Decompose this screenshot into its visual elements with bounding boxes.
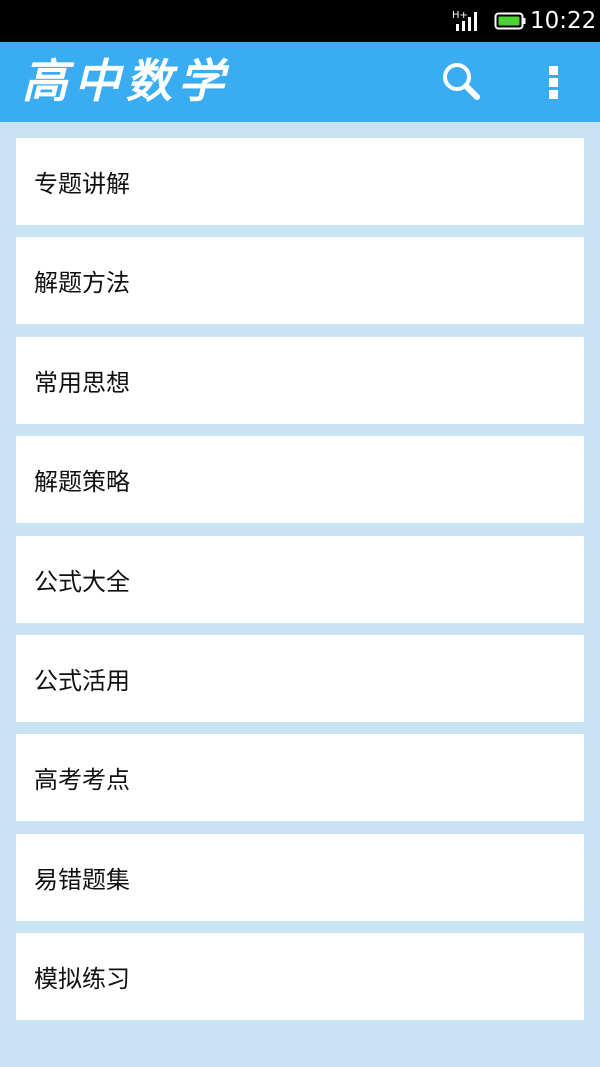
status-time: 10:22 bbox=[530, 8, 597, 34]
search-icon bbox=[443, 63, 480, 100]
status-bar: H+ 10:22 bbox=[0, 0, 600, 42]
app-bar: 高中数学 bbox=[0, 42, 600, 122]
list-item[interactable]: 易错题集 bbox=[16, 833, 584, 921]
network-type-label: H+ bbox=[452, 10, 468, 21]
battery-icon bbox=[494, 12, 526, 30]
overflow-menu-button[interactable] bbox=[536, 58, 572, 106]
list-item[interactable]: 专题讲解 bbox=[16, 138, 584, 225]
overflow-menu-icon bbox=[549, 66, 558, 99]
list-item[interactable]: 解题策略 bbox=[16, 436, 584, 524]
list-item[interactable]: 解题方法 bbox=[16, 237, 584, 325]
list-item[interactable]: 高考考点 bbox=[16, 734, 584, 822]
list-item[interactable]: 公式大全 bbox=[16, 535, 584, 623]
signal-icon: H+ bbox=[452, 10, 477, 31]
list-item[interactable]: 模拟练习 bbox=[16, 933, 584, 1021]
category-list: 专题讲解 解题方法 常用思想 解题策略 公式大全 公式活用 高考考点 易错题集 … bbox=[16, 138, 584, 1033]
search-button[interactable] bbox=[438, 58, 486, 106]
list-item[interactable]: 常用思想 bbox=[16, 336, 584, 424]
app-title: 高中数学 bbox=[22, 54, 230, 108]
list-item[interactable]: 公式活用 bbox=[16, 634, 584, 722]
